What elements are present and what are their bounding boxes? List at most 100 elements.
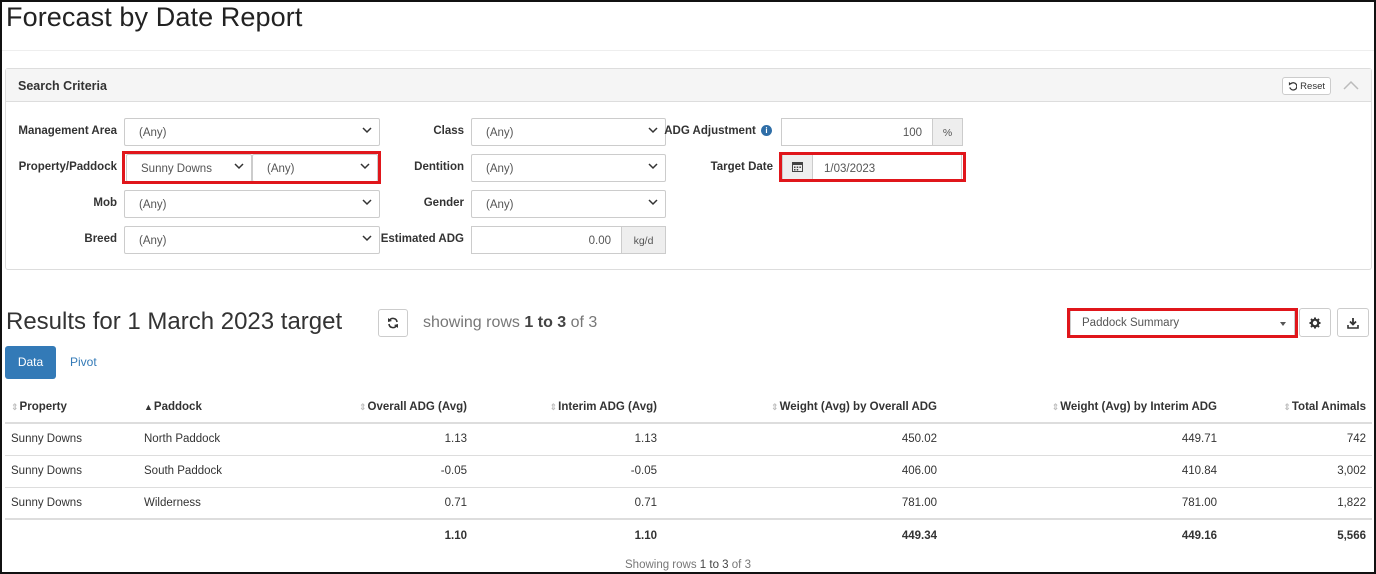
table-cell xyxy=(5,518,138,551)
breed-select[interactable]: (Any) xyxy=(124,226,380,254)
refresh-button[interactable] xyxy=(378,309,408,337)
column-header-label: Paddock xyxy=(153,400,202,413)
management-area-select[interactable]: (Any) xyxy=(124,118,380,146)
table-cell: Sunny Downs xyxy=(5,423,138,456)
settings-button[interactable] xyxy=(1299,308,1331,337)
table-cell: -0.05 xyxy=(268,455,473,488)
table-cell: -0.05 xyxy=(473,455,663,488)
column-header[interactable]: ⇕Weight (Avg) by Overall ADG xyxy=(663,391,943,424)
chevron-down-icon xyxy=(648,199,658,206)
footer-showing-text: Showing rows 1 to 3 of 3 xyxy=(625,559,751,571)
refresh-icon xyxy=(388,317,398,329)
management-area-value: (Any) xyxy=(139,127,167,139)
showing-rows-text: showing rows 1 to 3 of 3 xyxy=(423,314,597,332)
dentition-select[interactable]: (Any) xyxy=(471,154,666,182)
column-header-label: Overall ADG (Avg) xyxy=(367,400,467,413)
undo-icon xyxy=(1289,81,1298,91)
mob-select[interactable]: (Any) xyxy=(124,190,380,218)
sort-icon: ⇕ xyxy=(358,401,367,412)
tab-data[interactable]: Data xyxy=(5,346,56,379)
gender-label: Gender xyxy=(423,197,464,209)
estimated-adg-input[interactable]: 0.00 xyxy=(471,226,622,254)
tab-pivot[interactable]: Pivot xyxy=(70,355,97,369)
title-divider xyxy=(2,50,1374,51)
chevron-down-icon xyxy=(362,127,372,134)
column-header[interactable]: ⇕Overall ADG (Avg) xyxy=(268,391,473,424)
table-header-row: ⇕Property ▲Paddock ⇕Overall ADG (Avg) ⇕I… xyxy=(5,391,1372,424)
table-cell: 742 xyxy=(1223,423,1372,456)
table-row: Sunny Downs North Paddock 1.13 1.13 450.… xyxy=(5,423,1372,456)
mob-label: Mob xyxy=(93,197,117,209)
gender-select[interactable]: (Any) xyxy=(471,190,666,218)
table-cell: Sunny Downs xyxy=(5,487,138,520)
chevron-up-icon[interactable] xyxy=(1343,78,1359,92)
table-cell: Sunny Downs xyxy=(5,455,138,488)
table-row: Sunny Downs Wilderness 0.71 0.71 781.00 … xyxy=(5,487,1372,520)
table-cell: 1.10 xyxy=(268,518,473,551)
table-cell: 781.00 xyxy=(663,487,943,520)
chevron-down-icon xyxy=(362,235,372,242)
adg-adjustment-input[interactable]: 100 xyxy=(781,118,933,146)
column-header[interactable]: ⇕Property xyxy=(5,391,138,424)
table-cell xyxy=(138,518,268,551)
sort-icon: ⇕ xyxy=(549,401,558,412)
table-cell: 450.02 xyxy=(663,423,943,456)
target-date-highlight xyxy=(779,152,966,182)
target-date-label: Target Date xyxy=(710,161,773,173)
class-value: (Any) xyxy=(486,127,514,139)
table-cell: 5,566 xyxy=(1223,518,1372,551)
footer-range: 1 to 3 xyxy=(699,559,729,571)
sort-icon: ⇕ xyxy=(1051,401,1060,412)
info-icon[interactable]: i xyxy=(761,125,772,136)
table-cell: 0.71 xyxy=(268,487,473,520)
column-header[interactable]: ⇕Weight (Avg) by Interim ADG xyxy=(943,391,1223,424)
column-header-label: Weight (Avg) by Overall ADG xyxy=(779,400,937,413)
breed-label: Breed xyxy=(84,233,117,245)
table-cell: 449.16 xyxy=(943,518,1223,551)
table-cell: 1.13 xyxy=(268,423,473,456)
chevron-down-icon xyxy=(362,199,372,206)
table-cell: 1.10 xyxy=(473,518,663,551)
gender-value: (Any) xyxy=(486,199,514,211)
sort-asc-icon: ▲ xyxy=(144,401,153,412)
sort-icon: ⇕ xyxy=(1283,401,1291,412)
table-row: Sunny Downs South Paddock -0.05 -0.05 40… xyxy=(5,455,1372,488)
table-cell: 0.71 xyxy=(473,487,663,520)
showing-prefix: showing rows xyxy=(423,314,520,331)
column-header[interactable]: ▲Paddock xyxy=(138,391,268,424)
results-table: ⇕Property ▲Paddock ⇕Overall ADG (Avg) ⇕I… xyxy=(5,391,1372,551)
footer-prefix: Showing rows xyxy=(625,559,697,571)
table-cell: 1,822 xyxy=(1223,487,1372,520)
table-cell: 449.34 xyxy=(663,518,943,551)
view-select-highlight xyxy=(1067,308,1298,338)
estimated-adg-label: Estimated ADG xyxy=(380,233,464,245)
table-totals-row: 1.10 1.10 449.34 449.16 5,566 xyxy=(5,518,1372,551)
showing-suffix: of 3 xyxy=(570,314,598,331)
table-cell: South Paddock xyxy=(138,455,268,488)
panel-header[interactable]: Search Criteria Reset xyxy=(6,69,1371,102)
table-cell: 781.00 xyxy=(943,487,1223,520)
chevron-down-icon xyxy=(648,163,658,170)
column-header[interactable]: ⇕Interim ADG (Avg) xyxy=(473,391,663,424)
breed-value: (Any) xyxy=(139,235,167,247)
sort-icon: ⇕ xyxy=(771,401,779,412)
sort-icon: ⇕ xyxy=(11,401,19,412)
table-cell: 449.71 xyxy=(943,423,1223,456)
class-select[interactable]: (Any) xyxy=(471,118,666,146)
column-header-label: Total Animals xyxy=(1291,400,1366,413)
page-title: Forecast by Date Report xyxy=(6,2,303,32)
class-label: Class xyxy=(433,125,464,137)
adg-adjustment-text: ADG Adjustment xyxy=(664,125,756,137)
adg-adjustment-label: ADG Adjustment i xyxy=(664,125,772,137)
download-button[interactable] xyxy=(1337,308,1369,337)
table-cell: 3,002 xyxy=(1223,455,1372,488)
table-cell: Wilderness xyxy=(138,487,268,520)
table-cell: 406.00 xyxy=(663,455,943,488)
reset-button[interactable]: Reset xyxy=(1282,77,1331,95)
dentition-value: (Any) xyxy=(486,163,514,175)
chevron-down-icon xyxy=(648,127,658,134)
column-header-label: Property xyxy=(19,400,67,413)
column-header-label: Interim ADG (Avg) xyxy=(558,400,657,413)
adg-adjustment-unit: % xyxy=(932,118,963,146)
column-header[interactable]: ⇕Total Animals xyxy=(1223,391,1372,424)
